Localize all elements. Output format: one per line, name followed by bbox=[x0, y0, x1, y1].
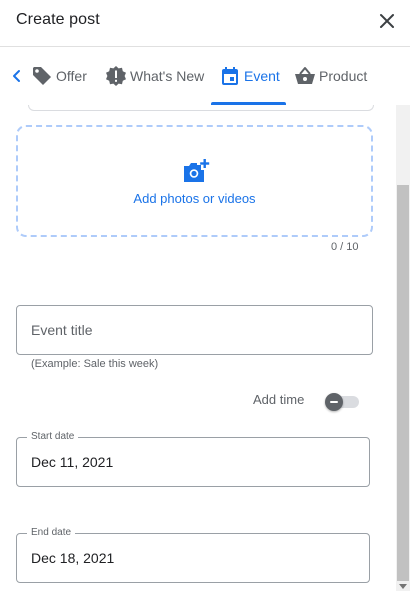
content-scrollbar[interactable] bbox=[396, 105, 410, 591]
scroll-down-arrow-icon[interactable] bbox=[399, 584, 407, 589]
tab-whats-new-label: What's New bbox=[130, 68, 205, 84]
add-media-dropzone[interactable]: Add photos or videos bbox=[16, 125, 373, 237]
chevron-left-icon bbox=[13, 70, 20, 82]
start-date-label: Start date bbox=[27, 431, 79, 442]
tabs-scroll-back-button[interactable] bbox=[9, 67, 25, 85]
close-icon bbox=[380, 14, 394, 28]
start-date-field[interactable]: Start date Dec 11, 2021 bbox=[16, 431, 370, 487]
tab-whats-new[interactable]: What's New bbox=[105, 47, 204, 105]
add-photo-icon bbox=[184, 159, 210, 182]
tab-offer-label: Offer bbox=[56, 68, 87, 84]
event-title-placeholder: Event title bbox=[31, 322, 93, 338]
add-time-label: Add time bbox=[253, 392, 305, 407]
tab-product[interactable]: Product bbox=[294, 47, 367, 105]
tab-event-label: Event bbox=[244, 68, 280, 84]
calendar-icon bbox=[219, 65, 241, 87]
form-content: Add photos or videos 0 / 10 Event title … bbox=[0, 105, 396, 591]
event-title-helper-text: (Example: Sale this week) bbox=[31, 358, 159, 370]
media-count: 0 / 10 bbox=[331, 241, 359, 253]
previous-card-edge bbox=[28, 105, 374, 111]
add-media-label: Add photos or videos bbox=[133, 191, 256, 206]
alert-badge-icon bbox=[105, 65, 127, 87]
tab-product-label: Product bbox=[319, 68, 368, 84]
post-type-tabs: Offer What's New Event Product bbox=[0, 47, 410, 105]
dialog-header: Create post bbox=[0, 0, 410, 47]
tab-offer[interactable]: Offer bbox=[31, 47, 87, 105]
end-date-field[interactable]: End date Dec 18, 2021 bbox=[16, 527, 370, 583]
scrollbar-thumb[interactable] bbox=[397, 185, 409, 581]
toggle-thumb bbox=[325, 393, 343, 411]
add-time-toggle[interactable] bbox=[325, 393, 359, 411]
start-date-value: Dec 11, 2021 bbox=[31, 454, 114, 470]
basket-icon bbox=[294, 65, 316, 87]
end-date-label: End date bbox=[27, 527, 76, 538]
tab-event[interactable]: Event bbox=[219, 47, 280, 105]
end-date-value: Dec 18, 2021 bbox=[31, 550, 115, 566]
close-button[interactable] bbox=[376, 10, 398, 32]
dialog-title: Create post bbox=[16, 11, 100, 28]
tag-icon bbox=[31, 65, 53, 87]
event-title-field[interactable]: Event title bbox=[16, 305, 373, 355]
